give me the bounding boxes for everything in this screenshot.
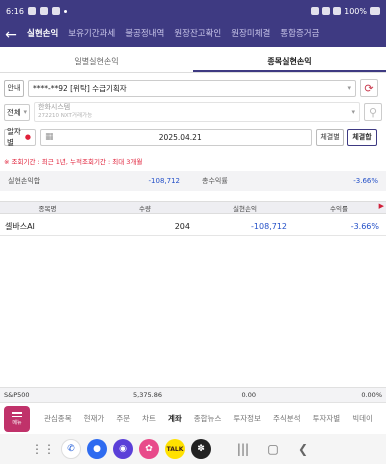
status-left: 6:16 [6, 7, 67, 16]
menu-item-current-price[interactable]: 현재가 [78, 413, 111, 424]
header-realized-pnl[interactable]: 실현손익 [195, 203, 295, 213]
ticker-change: 0.00 [241, 391, 256, 399]
realized-sum-label: 실현손익합 [8, 177, 41, 185]
chevron-down-icon: ▾ [347, 84, 351, 92]
menu-item-by-investor[interactable]: 투자자별 [307, 413, 347, 424]
tab-ledger-balance[interactable]: 원장잔고확인 [169, 22, 226, 47]
kakaotalk-app-icon[interactable]: TALK [165, 439, 185, 459]
sub-tabs: 일별실현손익 종목실현손익 [0, 53, 386, 73]
top-navigation: ← 실현손익 보유기간과세 불공정내역 원장잔고확인 원장미체결 통합증거금 [0, 22, 386, 47]
wifi-icon [322, 7, 331, 15]
summary-bar: 실현손익합 -108,712 총수익률 -3.66% [0, 171, 386, 191]
hamburger-icon [12, 412, 22, 414]
account-select[interactable]: ****-**92 [위탁] 수급기획자 ▾ [28, 79, 356, 97]
required-dot-icon: ● [24, 133, 31, 141]
gallery-app-icon[interactable]: ✿ [139, 439, 159, 459]
signal-icon [333, 7, 342, 15]
more-notifications-icon [63, 9, 67, 13]
menu-button[interactable]: 메뉴 [4, 405, 30, 432]
back-arrow-icon[interactable]: ← [0, 22, 22, 47]
apps-grid-icon[interactable]: ⋮⋮ [28, 442, 58, 456]
period-value: 일자별 [7, 127, 21, 147]
tab-daily-realized[interactable]: 일별실현손익 [0, 53, 193, 72]
row-realized-pnl: -108,712 [251, 222, 287, 231]
ticker-index-name: S&P500 [4, 391, 30, 399]
battery-icon [370, 7, 380, 15]
account-row: 안내 ****-**92 [위탁] 수급기획자 ▾ ⟳ [4, 78, 382, 98]
alarm-icon [311, 7, 320, 15]
menu-item-watchlist[interactable]: 관심종목 [38, 413, 78, 424]
menu-item-news[interactable]: 종합뉴스 [188, 413, 228, 424]
date-input[interactable]: ▦ 2025.04.21 [40, 128, 312, 146]
date-value: 2025.04.21 [158, 132, 202, 142]
ticker-price: 5,375.86 [133, 391, 162, 399]
menu-item-bigdata[interactable]: 빅데이 [346, 413, 379, 424]
messages-app-icon[interactable]: ● [87, 439, 107, 459]
chatgpt-app-icon[interactable]: ✽ [191, 439, 211, 459]
header-stock-name[interactable]: 종목명 [0, 203, 95, 213]
realized-sum-value: -108,712 [148, 177, 180, 185]
refresh-icon[interactable]: ⟳ [360, 79, 378, 97]
account-value: ****-**92 [위탁] 수급기획자 [33, 83, 127, 93]
tab-stock-realized[interactable]: 종목실현손익 [193, 53, 386, 72]
menu-item-order[interactable]: 주문 [110, 413, 136, 424]
back-icon[interactable]: ❮ [288, 442, 318, 456]
row-return-rate: -3.66% [350, 222, 379, 231]
menu-item-chart[interactable]: 차트 [136, 413, 162, 424]
stock-sub-placeholder: 272210 NXT거래가능 [38, 113, 93, 119]
table-row[interactable]: 셀바스AI 204 -108,712 -3.66% [0, 218, 386, 236]
tab-ledger-unfilled[interactable]: 원장미체결 [226, 22, 275, 47]
chevron-down-icon: ▾ [23, 108, 27, 116]
total-return-label: 총수익률 [202, 177, 228, 185]
menu-label: 메뉴 [12, 420, 22, 426]
app-notification-icon [51, 7, 60, 15]
tab-integrated-margin[interactable]: 통합증거금 [275, 22, 324, 47]
hamburger-icon-bar [12, 415, 22, 417]
table-header: 종목명 수량 실현손익 수익률 [0, 201, 386, 214]
header-return-rate[interactable]: 수익률 [295, 203, 383, 213]
home-icon[interactable]: ▢ [258, 442, 288, 456]
date-row: 일자별 ● ▦ 2025.04.21 체결별 체결합 [4, 127, 382, 147]
top-tabs: 실현손익 보유기간과세 불공정내역 원장잔고확인 원장미체결 통합증거금 [22, 22, 324, 47]
row-stock-name: 셀바스AI [5, 222, 35, 231]
browser-app-icon[interactable]: ◉ [113, 439, 133, 459]
battery-level: 100% [344, 6, 367, 16]
shop-icon [39, 7, 48, 15]
recent-apps-icon[interactable]: ||| [228, 442, 258, 456]
clock: 6:16 [6, 6, 24, 16]
by-execution-button[interactable]: 체결별 [316, 128, 344, 146]
scope-value: 전체 [7, 107, 21, 117]
android-navigation-bar: ⋮⋮ ✆ ● ◉ ✿ TALK ✽ ||| ▢ ❮ [0, 434, 386, 464]
scope-select[interactable]: 전체 ▾ [4, 103, 30, 121]
period-select[interactable]: 일자별 ● [4, 127, 36, 147]
calendar-icon: ▦ [45, 132, 54, 142]
ticker-pct: 0.00% [361, 391, 382, 399]
bottom-menu: 메뉴 관심종목 현재가 주문 차트 계좌 종합뉴스 투자정보 주식분석 투자자별… [0, 402, 386, 434]
notification-icon [27, 7, 36, 15]
menu-item-invest-info[interactable]: 투자정보 [227, 413, 267, 424]
status-bar: 6:16 100% [0, 0, 386, 22]
search-icon[interactable]: ⚲ [364, 103, 382, 121]
row-quantity: 204 [174, 222, 190, 231]
phone-app-icon[interactable]: ✆ [61, 439, 81, 459]
query-period-notice: ※ 조회기간 : 최근 1년, 누적조회기간 : 최대 3개월 [4, 158, 143, 166]
menu-item-stock-analysis[interactable]: 주식분석 [267, 413, 307, 424]
bottom-menu-items: 관심종목 현재가 주문 차트 계좌 종합뉴스 투자정보 주식분석 투자자별 빅데… [38, 413, 379, 424]
index-ticker[interactable]: S&P500 5,375.86 0.00 0.00% [0, 387, 386, 402]
chevron-down-icon: ▾ [351, 108, 355, 116]
status-right: 100% [311, 7, 380, 16]
menu-item-account[interactable]: 계좌 [162, 413, 188, 424]
scroll-right-arrow-icon[interactable]: ▶ [379, 202, 384, 210]
guide-button[interactable]: 안내 [4, 79, 24, 97]
tab-holding-tax[interactable]: 보유기간과세 [63, 22, 120, 47]
total-return-value: -3.66% [353, 177, 378, 185]
tab-realized-pnl[interactable]: 실현손익 [22, 22, 63, 47]
header-quantity[interactable]: 수량 [95, 203, 195, 213]
execution-sum-button[interactable]: 체결합 [347, 128, 377, 146]
tab-unfair-history[interactable]: 불공정내역 [120, 22, 169, 47]
